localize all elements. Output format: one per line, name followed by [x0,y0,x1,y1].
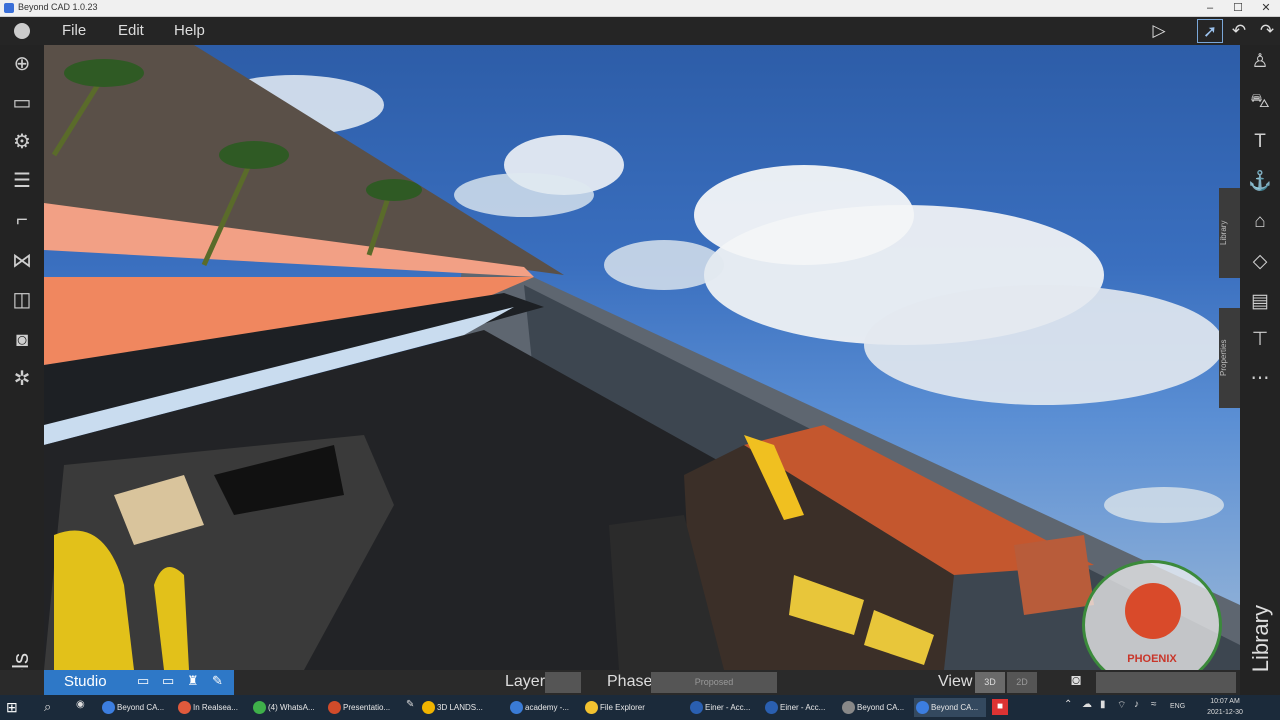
layer-label: Layer [505,673,546,690]
diamond-sign-icon[interactable]: ◇ [1248,250,1272,274]
library-side-tab[interactable]: Library [1219,188,1240,278]
video-icon[interactable]: ▭ [137,673,149,689]
bottom-bar: Studio ▭ ▭ ♜ ✎ Layer Phase Proposed View… [0,670,1240,695]
play-icon[interactable]: ▷ [1146,19,1172,43]
gear-icon[interactable]: ⚙ [10,130,34,154]
phase-label: Phase [607,673,653,690]
more-icon[interactable]: ⋯ [1248,367,1272,391]
camera-icon[interactable]: ◙ [10,328,34,352]
timeline-slider[interactable] [1096,672,1236,693]
taskbar-item[interactable]: Einer - Acc... [763,698,833,717]
monitor-icon[interactable]: ▭ [162,673,174,689]
library-toolbar: ♙ ⛍ T ⚓ ⌂ ◇ ▤ ⊤ ⋯ Library [1240,45,1280,695]
car-icon[interactable]: ⛍ [1248,90,1272,114]
system-clock[interactable]: 10:07 AM 2021-12-30 [1195,696,1255,718]
watermark-text: PHOENIX [1127,653,1177,665]
menu-edit[interactable]: Edit [118,22,144,39]
cube-icon[interactable]: ◫ [10,288,34,312]
network-tray-icon[interactable]: ⌔ [1117,699,1126,712]
taskbar-item[interactable]: Einer - Acc... [688,698,756,717]
app-icon [4,3,14,13]
taskbar-item[interactable]: 3D LANDS... [420,698,500,717]
media-icon[interactable]: ♜ [187,673,199,689]
taskbar-item[interactable]: Presentatio... [326,698,398,717]
taskbar-item[interactable]: File Explorer [583,698,655,717]
menu-help[interactable]: Help [174,22,205,39]
undo-icon[interactable]: ↶ [1226,19,1252,43]
cloud-icon[interactable]: ☁ [1082,699,1092,710]
taskbar-item[interactable]: academy -... [508,698,578,717]
view-label: View [938,673,973,690]
person-icon[interactable]: ♙ [1248,50,1272,74]
layers-icon[interactable]: ☰ [10,169,34,193]
wifi-icon[interactable]: ≈ [1151,699,1157,710]
taskbar-item[interactable]: Beyond CA... [100,698,170,717]
tray-chevron-icon[interactable]: ⌃ [1064,699,1072,710]
tools-toolbar: ⊕ ▭ ⚙ ☰ ⌐ ⋈ ◫ ◙ ✲ Tools [0,45,44,704]
anchor-icon[interactable]: ⚓ [1248,170,1272,194]
layer-selector[interactable] [545,672,581,693]
select-cursor-icon[interactable]: ➚ [1197,19,1223,43]
scene-render [44,45,1240,670]
search-icon[interactable]: ⌕ [44,699,51,715]
paint-roller-icon[interactable]: ▭ [10,91,34,115]
minimize-button[interactable]: – [1196,0,1224,17]
windows-start-icon[interactable]: ⊞ [6,700,20,714]
taskbar-item[interactable]: Beyond CA... [914,698,986,717]
menubar: File Edit Help ▷ ➚ ↶ ↷ [0,17,1280,45]
window-title: Beyond CAD 1.0.23 [18,2,98,12]
phoenix-emblem-icon [1125,583,1181,639]
windows-taskbar: ⊞ ⌕ ◉ Beyond CA... In Realsea... (4) Wha… [0,695,1280,720]
bus-icon[interactable]: ▤ [1248,290,1272,314]
render-icon[interactable]: ✎ [212,673,223,689]
redo-icon[interactable]: ↷ [1254,19,1280,43]
edge-browser-icon[interactable]: ◉ [76,699,85,710]
library-label[interactable]: Library [1248,605,1274,672]
view-3d-button[interactable]: 3D [975,672,1005,693]
language-indicator[interactable]: ENG [1170,703,1185,710]
add-icon[interactable]: ⊕ [10,52,34,76]
maximize-button[interactable]: ☐ [1224,0,1252,17]
bracket-icon[interactable]: ⌐ [10,208,34,232]
recorder-app-icon[interactable]: ■ [992,699,1008,715]
settings-icon[interactable]: ✲ [10,367,34,391]
taskbar-item[interactable]: In Realsea... [176,698,246,717]
streetlight-icon[interactable]: T [1248,130,1272,154]
clock-date: 2021-12-30 [1207,709,1243,716]
volume-icon[interactable]: ♪ [1134,699,1139,710]
phase-selector[interactable]: Proposed [651,672,777,693]
network-icon[interactable]: ⋈ [10,249,34,273]
3d-viewport[interactable]: PHOENIX [44,45,1240,670]
pen-app-icon[interactable]: ✎ [406,699,414,710]
close-button[interactable]: ✕ [1252,0,1280,17]
studio-label[interactable]: Studio [64,673,107,690]
taskbar-item[interactable]: Beyond CA... [840,698,912,717]
window-titlebar: Beyond CAD 1.0.23 – ☐ ✕ [0,0,1280,17]
properties-side-tab[interactable]: Properties [1219,308,1240,408]
clock-time: 10:07 AM [1210,698,1240,705]
traffic-light-icon[interactable]: ⊤ [1248,328,1272,352]
app-logo-icon[interactable] [14,23,30,39]
studio-panel[interactable]: Studio ▭ ▭ ♜ ✎ [44,670,234,695]
battery-icon[interactable]: ▮ [1100,699,1106,710]
house-icon[interactable]: ⌂ [1248,210,1272,234]
menu-file[interactable]: File [62,22,86,39]
screenshot-camera-icon[interactable]: ◙ [1064,672,1088,693]
view-2d-button[interactable]: 2D [1007,672,1037,693]
taskbar-item[interactable]: (4) WhatsA... [251,698,321,717]
